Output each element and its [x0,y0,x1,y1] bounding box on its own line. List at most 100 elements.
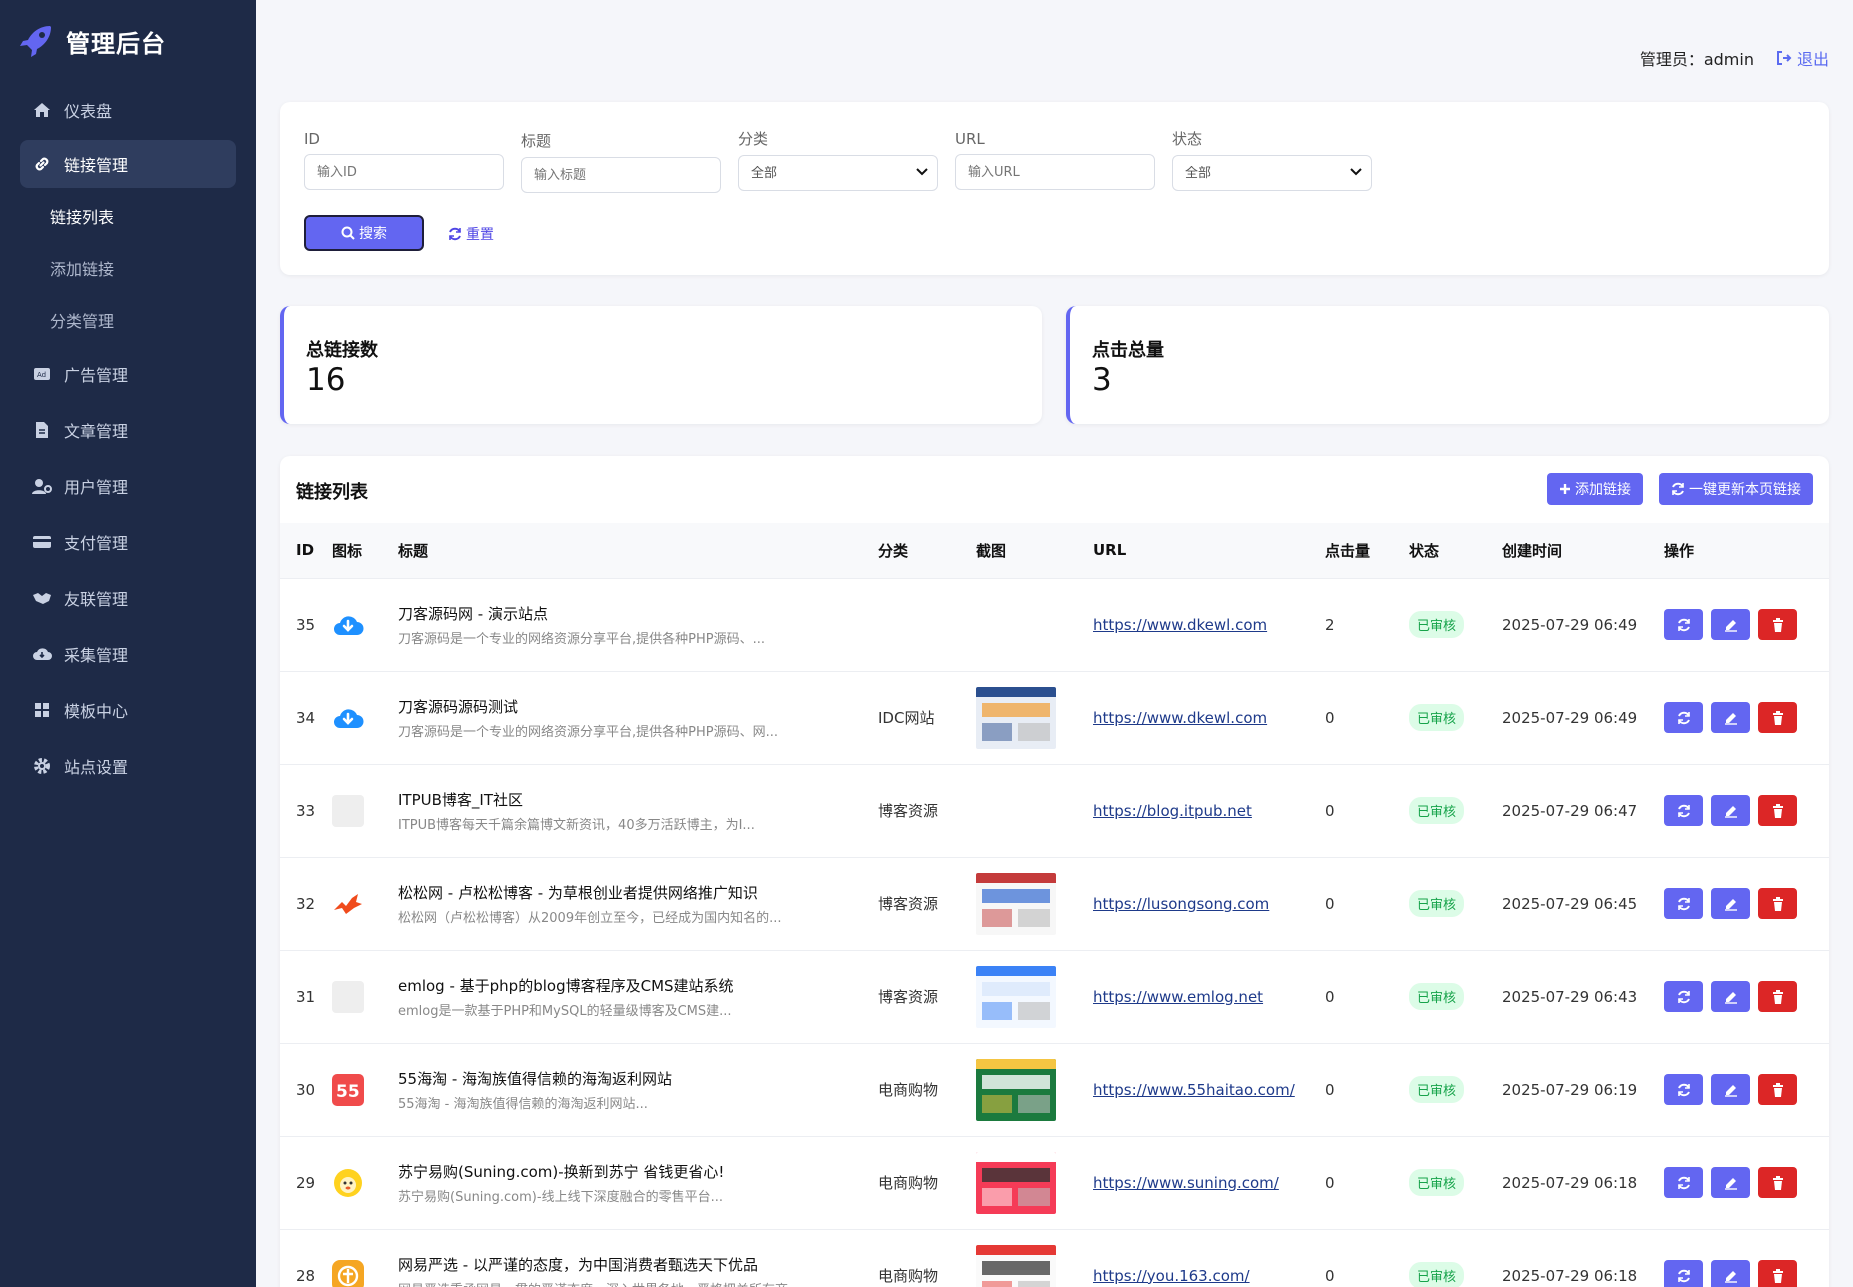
sidebar-item-collect[interactable]: 采集管理 [20,626,236,682]
column-header[interactable]: 状态 [1409,523,1502,578]
table-row[interactable]: 34 刀客源码源码测试 刀客源码是一个专业的网络资源分享平台,提供各种PHP源码… [280,671,1829,764]
link-url[interactable]: https://blog.itpub.net [1093,802,1252,820]
sidebar-item-templates[interactable]: 模板中心 [20,682,236,738]
logout-link[interactable]: 退出 [1776,46,1829,70]
id-input[interactable] [304,154,504,190]
column-header[interactable]: URL [1093,523,1325,578]
category-select[interactable]: 全部 [738,155,938,191]
table-row[interactable]: 28 网易严选 - 以严谨的态度，为中国消费者甄选天下优品 网易严选秉承网易一贯… [280,1229,1829,1287]
screenshot-thumbnail[interactable] [976,1058,1056,1121]
status-badge: 已审核 [1409,797,1465,824]
category-select-box[interactable]: 全部 [738,155,938,191]
screenshot-thumbnail[interactable] [976,872,1056,935]
delete-button[interactable] [1758,981,1797,1012]
sidebar-item-friend-links[interactable]: 友联管理 [20,570,236,626]
link-url[interactable]: https://lusongsong.com [1093,895,1269,913]
refresh-button[interactable] [1664,609,1703,640]
delete-button[interactable] [1758,1260,1797,1287]
search-button-label: 搜索 [359,226,387,242]
status-select-box[interactable]: 全部 [1172,155,1372,191]
edit-button[interactable] [1711,1074,1750,1105]
link-url[interactable]: https://www.emlog.net [1093,988,1263,1006]
screenshot-thumbnail[interactable] [976,686,1056,749]
edit-button[interactable] [1711,609,1750,640]
table-row[interactable]: 30 55 55海淘 - 海淘族值得信赖的海淘返利网站 55海淘 - 海淘族值得… [280,1043,1829,1136]
refresh-button[interactable] [1664,888,1703,919]
sidebar-item-dashboard[interactable]: 仪表盘 [20,82,236,138]
edit-button[interactable] [1711,888,1750,919]
column-header[interactable]: 创建时间 [1502,523,1664,578]
link-description: ITPUB博客每天千篇余篇博文新资讯，40多万活跃博主，为I... [398,817,755,833]
link-description: emlog是一款基于PHP和MySQL的轻量级博客及CMS建... [398,1003,732,1019]
cell-category: IDC网站 [878,709,935,727]
link-url[interactable]: https://www.dkewl.com [1093,709,1267,727]
edit-button[interactable] [1711,1167,1750,1198]
sidebar-subitem-add-link[interactable]: 添加链接 [20,242,236,294]
column-header[interactable]: ID [280,523,332,578]
edit-button[interactable] [1711,795,1750,826]
delete-button[interactable] [1758,609,1797,640]
sidebar-item-settings[interactable]: 站点设置 [20,738,236,794]
add-link-button[interactable]: 添加链接 [1547,473,1643,505]
trash-icon [1772,1268,1783,1283]
update-page-links-button[interactable]: 一键更新本页链接 [1659,473,1813,505]
links-table: ID 图标 标题 分类 截图 URL 点击量 状态 创建时间 操作 35 刀客源… [280,523,1829,1287]
status-select[interactable]: 全部 [1172,155,1372,191]
cell-id: 32 [296,894,316,913]
trash-icon [1772,710,1783,725]
category-label: 分类 [738,130,769,148]
delete-button[interactable] [1758,888,1797,919]
link-url[interactable]: https://www.dkewl.com [1093,616,1267,634]
stat-label: 总链接数 [306,340,378,361]
link-url[interactable]: https://www.suning.com/ [1093,1174,1279,1192]
sidebar-item-links[interactable]: 链接管理 [20,140,236,188]
edit-button[interactable] [1711,1260,1750,1287]
delete-button[interactable] [1758,1167,1797,1198]
refresh-button[interactable] [1664,981,1703,1012]
url-input[interactable] [955,154,1155,190]
table-row[interactable]: 31 emlog - 基于php的blog博客程序及CMS建站系统 emlog是… [280,950,1829,1043]
svg-text:Ad: Ad [37,371,46,379]
credit-card-icon [32,533,52,551]
sidebar-item-users[interactable]: 用户管理 [20,458,236,514]
55-logo-icon: 55 [332,1073,364,1106]
edit-button[interactable] [1711,702,1750,733]
sidebar-subitem-link-list[interactable]: 链接列表 [20,190,236,242]
column-header[interactable]: 截图 [976,523,1093,578]
sidebar-item-payments[interactable]: 支付管理 [20,514,236,570]
refresh-button[interactable] [1664,1074,1703,1105]
table-row[interactable]: 32 松松网 - 卢松松博客 - 为草根创业者提供网络推广知识 松松网（卢松松博… [280,857,1829,950]
delete-button[interactable] [1758,1074,1797,1105]
table-row[interactable]: 33 ITPUB博客_IT社区 ITPUB博客每天千篇余篇博文新资讯，40多万活… [280,764,1829,857]
column-header[interactable]: 分类 [878,523,976,578]
column-header[interactable]: 点击量 [1325,523,1409,578]
screenshot-thumbnail[interactable] [976,1151,1056,1214]
table-row[interactable]: 35 刀客源码网 - 演示站点 刀客源码是一个专业的网络资源分享平台,提供各种P… [280,578,1829,671]
refresh-button[interactable] [1664,702,1703,733]
brand[interactable]: 管理后台 [0,0,256,82]
delete-button[interactable] [1758,795,1797,826]
screenshot-thumbnail[interactable] [976,965,1056,1028]
search-button[interactable]: 搜索 [304,215,424,251]
sidebar-item-ads[interactable]: Ad 广告管理 [20,346,236,402]
refresh-button[interactable] [1664,1167,1703,1198]
link-url[interactable]: https://www.55haitao.com/ [1093,1081,1295,1099]
link-url[interactable]: https://you.163.com/ [1093,1267,1250,1285]
link-title: 刀客源码源码测试 [398,697,519,716]
screenshot-thumbnail[interactable] [976,1244,1056,1287]
column-header[interactable]: 操作 [1664,523,1829,578]
column-header[interactable]: 标题 [398,523,878,578]
sidebar-item-articles[interactable]: 文章管理 [20,402,236,458]
table-row[interactable]: 29 苏宁易购(Suning.com)-换新到苏宁 省钱更省心! 苏宁易购(Su… [280,1136,1829,1229]
refresh-button[interactable] [1664,795,1703,826]
delete-button[interactable] [1758,702,1797,733]
title-input[interactable] [521,157,721,193]
refresh-button[interactable] [1664,1260,1703,1287]
squirrel-logo-icon [332,888,364,920]
edit-button[interactable] [1711,981,1750,1012]
column-header[interactable]: 图标 [332,523,398,578]
user-gear-icon [32,477,52,495]
reset-button[interactable]: 重置 [448,224,494,244]
cell-category: 博客资源 [878,988,939,1006]
sidebar-subitem-category[interactable]: 分类管理 [20,294,236,346]
